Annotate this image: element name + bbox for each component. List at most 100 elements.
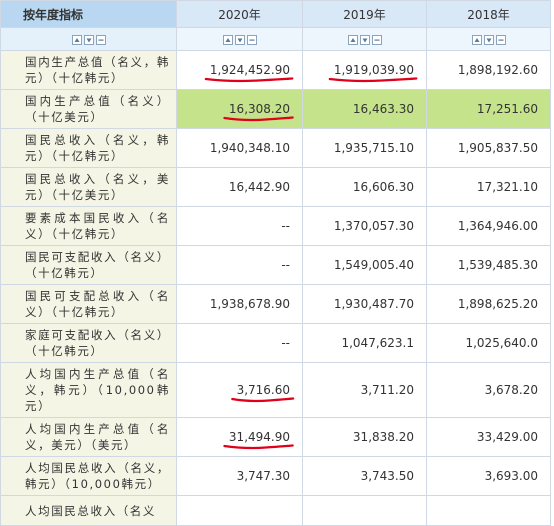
value-cell: 16,606.30 xyxy=(302,167,427,207)
cell-value: 1,047,623.1 xyxy=(341,336,414,350)
value-cell: 1,370,057.30 xyxy=(302,206,427,246)
value-cell: 3,678.20 xyxy=(426,362,551,418)
row-label[interactable]: 人均国内生产总值（名义，韩元）（10,000韩元） xyxy=(0,362,177,418)
down-triangle-button[interactable] xyxy=(359,34,370,45)
up-triangle-icon xyxy=(350,37,355,42)
table-row: 国民总收入（名义，韩元）（十亿韩元） 1,940,348.10 1,935,715.… xyxy=(0,128,551,168)
cell-value: 3,716.60 xyxy=(237,383,290,397)
table-row: 国民可支配收入（名义）（十亿韩元） -- 1,549,005.40 1,539,485… xyxy=(0,245,551,285)
row-label[interactable]: 国内生产总值（名义）（十亿美元） xyxy=(0,89,177,129)
up-triangle-icon xyxy=(474,37,479,42)
up-triangle-button[interactable] xyxy=(71,34,82,45)
table-row: 国民总收入（名义，美元）（十亿美元） 16,442.90 16,606.30 17,3… xyxy=(0,167,551,207)
value-cell: 31,838.20 xyxy=(302,417,427,457)
minus-button[interactable] xyxy=(246,34,257,45)
row-label[interactable]: 要素成本国民收入（名义）（十亿韩元） xyxy=(0,206,177,246)
cell-value: -- xyxy=(281,258,290,272)
cell-value: 17,251.60 xyxy=(476,102,538,116)
value-cell: 1,025,640.0 xyxy=(426,323,551,363)
row-label[interactable]: 国民可支配总收入（名义）（十亿韩元） xyxy=(0,284,177,324)
value-cell: 1,549,005.40 xyxy=(302,245,427,285)
year-header-2018[interactable]: 2018年 xyxy=(426,0,551,28)
value-cell: 1,938,678.90 xyxy=(176,284,303,324)
up-triangle-button[interactable] xyxy=(471,34,482,45)
cell-value: 1,938,678.90 xyxy=(209,297,290,311)
indicator-table: 按年度指标 2020年 2019年 2018年 国内生产总值（名义，韩元）（十亿… xyxy=(0,0,551,526)
row-label[interactable]: 国内生产总值（名义，韩元）（十亿韩元） xyxy=(0,50,177,90)
year-header-2020[interactable]: 2020年 xyxy=(176,0,303,28)
row-label[interactable]: 人均国民总收入（名义 xyxy=(0,495,177,526)
cell-value: 1,919,039.90 xyxy=(334,63,414,77)
red-underline-annotation xyxy=(328,76,418,83)
value-cell: 33,429.00 xyxy=(426,417,551,457)
up-triangle-icon xyxy=(74,37,79,42)
value-cell: 1,364,946.00 xyxy=(426,206,551,246)
down-triangle-button[interactable] xyxy=(483,34,494,45)
cell-value: 1,549,005.40 xyxy=(333,258,414,272)
value-cell: -- xyxy=(176,323,303,363)
up-triangle-icon xyxy=(225,37,230,42)
value-cell: -- xyxy=(176,206,303,246)
value-cell: 3,693.00 xyxy=(426,456,551,496)
value-cell xyxy=(176,495,303,526)
value-cell: 1,898,192.60 xyxy=(426,50,551,90)
cell-value: 3,693.00 xyxy=(484,469,538,483)
row-label[interactable]: 家庭可支配收入（名义）（十亿韩元） xyxy=(0,323,177,363)
cell-value: 3,678.20 xyxy=(484,383,538,397)
value-cell: 3,716.60 xyxy=(176,362,303,418)
controls-2018 xyxy=(426,27,551,51)
row-label[interactable]: 国民总收入（名义，韩元）（十亿韩元） xyxy=(0,128,177,168)
table-row: 家庭可支配收入（名义）（十亿韩元） -- 1,047,623.1 1,025,640.… xyxy=(0,323,551,363)
red-underline-annotation xyxy=(231,396,294,403)
up-triangle-button[interactable] xyxy=(222,34,233,45)
minus-button[interactable] xyxy=(495,34,506,45)
down-triangle-button[interactable] xyxy=(83,34,94,45)
table-row: 人均国内生产总值（名义，韩元）（10,000韩元） 3,716.60 3,711.2… xyxy=(0,362,551,418)
down-triangle-button[interactable] xyxy=(234,34,245,45)
value-cell: 1,924,452.90 xyxy=(176,50,303,90)
value-cell xyxy=(426,495,551,526)
cell-value: 16,308.20 xyxy=(229,102,290,116)
table-row: 人均国民总收入（名义 xyxy=(0,495,551,526)
table-row: 人均国民总收入（名义，韩元）（10,000韩元） 3,747.30 3,743.50… xyxy=(0,456,551,496)
cell-value: 1,924,452.90 xyxy=(210,63,290,77)
minus-button[interactable] xyxy=(95,34,106,45)
row-label[interactable]: 人均国内生产总值（名义，美元）（美元） xyxy=(0,417,177,457)
row-label[interactable]: 国民总收入（名义，美元）（十亿美元） xyxy=(0,167,177,207)
controls-indicator xyxy=(0,27,177,51)
down-triangle-icon xyxy=(486,38,491,42)
value-cell: 31,494.90 xyxy=(176,417,303,457)
table-row: 要素成本国民收入（名义）（十亿韩元） -- 1,370,057.30 1,364,94… xyxy=(0,206,551,246)
value-cell: 3,747.30 xyxy=(176,456,303,496)
up-triangle-button[interactable] xyxy=(347,34,358,45)
minus-icon xyxy=(249,39,254,41)
cell-value: 1,539,485.30 xyxy=(457,258,538,272)
minus-icon xyxy=(374,39,379,41)
cell-value: 33,429.00 xyxy=(476,430,538,444)
cell-value: 1,364,946.00 xyxy=(457,219,538,233)
cell-value: -- xyxy=(281,219,290,233)
cell-value: 1,905,837.50 xyxy=(457,141,538,155)
table-row: 国民可支配总收入（名义）（十亿韩元） 1,938,678.90 1,930,487.… xyxy=(0,284,551,324)
row-label[interactable]: 国民可支配收入（名义）（十亿韩元） xyxy=(0,245,177,285)
red-underline-annotation xyxy=(223,443,294,450)
value-cell: 1,919,039.90 xyxy=(302,50,427,90)
value-cell: 3,711.20 xyxy=(302,362,427,418)
value-cell: 16,308.20 xyxy=(176,89,303,129)
control-row xyxy=(0,27,551,51)
year-header-2019[interactable]: 2019年 xyxy=(302,0,427,28)
minus-button[interactable] xyxy=(371,34,382,45)
value-cell: 1,047,623.1 xyxy=(302,323,427,363)
value-cell: -- xyxy=(176,245,303,285)
cell-value: 1,930,487.70 xyxy=(333,297,414,311)
cell-value: 16,463.30 xyxy=(352,102,414,116)
row-label[interactable]: 人均国民总收入（名义，韩元）（10,000韩元） xyxy=(0,456,177,496)
controls-2019 xyxy=(302,27,427,51)
cell-value: 1,898,625.20 xyxy=(457,297,538,311)
cell-value: 1,935,715.10 xyxy=(333,141,414,155)
indicator-column-header[interactable]: 按年度指标 xyxy=(0,0,177,28)
value-cell: 16,463.30 xyxy=(302,89,427,129)
value-cell: 16,442.90 xyxy=(176,167,303,207)
cell-value: 3,743.50 xyxy=(360,469,414,483)
cell-value: 1,940,348.10 xyxy=(209,141,290,155)
